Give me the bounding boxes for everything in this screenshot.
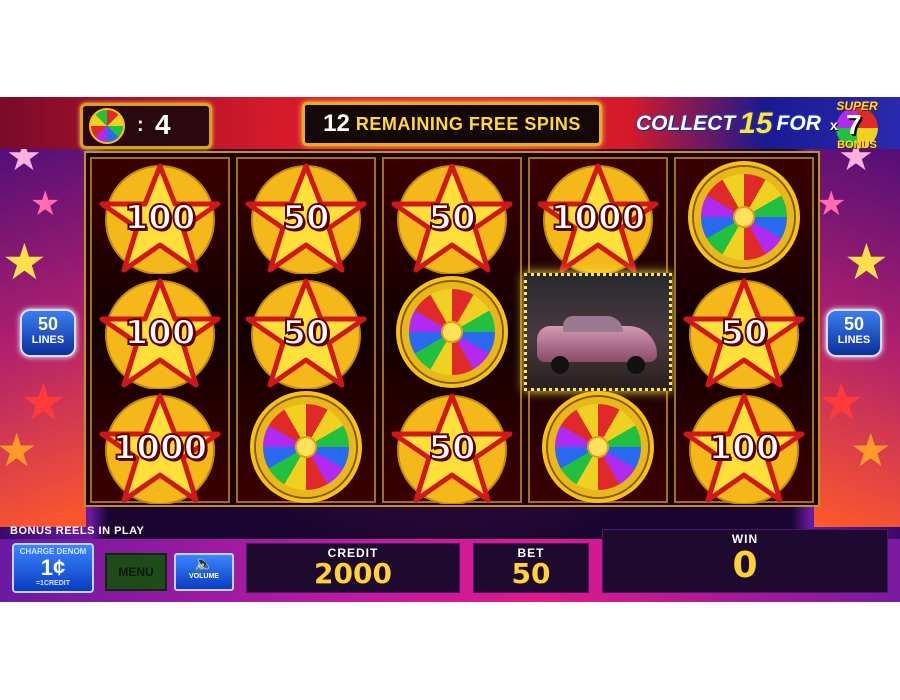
change-denom-button[interactable]: CHARGE DENOM 1¢ =1CREDIT <box>12 543 94 593</box>
credit-panel: CREDIT 2000 <box>246 543 460 593</box>
star-symbol: 50 <box>238 275 374 390</box>
star-decoration-icon: ★ <box>818 373 865 433</box>
color-wheel-icon <box>402 282 502 382</box>
free-spins-banner: 12 REMAINING FREE SPINS <box>302 102 602 146</box>
star-value: 50 <box>281 197 330 239</box>
win-label: WIN <box>731 532 759 546</box>
star-value: 1000 <box>550 197 647 239</box>
star-decoration-icon: ★ <box>850 423 892 477</box>
menu-button[interactable]: MENU <box>105 553 167 591</box>
star-value: 100 <box>124 197 197 239</box>
star-value: 50 <box>427 197 476 239</box>
bottom-bar: CHARGE DENOM 1¢ =1CREDIT MENU 🔈 VOLUME C… <box>0 529 900 602</box>
collect-prefix: COLLECT <box>636 112 736 135</box>
volume-label: VOLUME <box>189 573 219 580</box>
star-decoration-icon: ★ <box>0 423 38 477</box>
star-symbol: 1000 <box>92 390 228 505</box>
star-symbol: 1000 <box>530 160 666 275</box>
slot-game-screen: ★ ★ ★ ★ ★ ★ ★ ★ ★ ★ 50 LINES 50 LINES : … <box>0 97 900 602</box>
star-value: 1000 <box>112 427 209 469</box>
star-symbol: 50 <box>676 275 812 390</box>
color-wheel-icon <box>694 167 794 267</box>
wheel-symbol <box>530 390 666 505</box>
lines-text: LINES <box>837 334 871 346</box>
volume-button[interactable]: 🔈 VOLUME <box>174 553 234 591</box>
wheel-symbol <box>676 160 812 275</box>
lines-number: 50 <box>843 314 865 334</box>
bonus-text: BONUS <box>837 139 877 151</box>
right-lines-indicator: 50 LINES <box>826 309 882 357</box>
reel-3: 50 50 <box>382 157 522 505</box>
collect-message: COLLECT 15 FOR <box>636 107 821 140</box>
denom-sub: =1CREDIT <box>35 580 71 587</box>
star-decoration-icon: ★ <box>30 184 61 224</box>
bonus-car-symbol <box>524 273 672 391</box>
bet-value: 50 <box>511 557 551 590</box>
star-decoration-icon: ★ <box>20 373 67 433</box>
star-value: 50 <box>719 312 768 354</box>
car-window <box>563 316 623 332</box>
reel-5: 50 100 <box>674 157 814 505</box>
star-value: 100 <box>708 427 781 469</box>
bet-panel: BET 50 <box>473 543 589 593</box>
wheel-count-separator: : <box>137 114 144 136</box>
speaker-icon: 🔈 <box>194 554 214 573</box>
wheel-symbol <box>384 275 520 390</box>
star-value: 100 <box>124 312 197 354</box>
star-value: 50 <box>281 312 330 354</box>
multiplier-x: x <box>830 117 838 133</box>
credit-value: 2000 <box>314 557 392 590</box>
star-decoration-icon: ★ <box>2 233 47 291</box>
reel-2: 50 50 <box>236 157 376 503</box>
color-wheel-icon <box>548 397 648 497</box>
collect-suffix: FOR <box>776 112 821 135</box>
star-symbol: 50 <box>384 160 520 275</box>
tire <box>551 356 569 374</box>
free-spins-text: REMAINING FREE SPINS <box>355 113 581 134</box>
color-wheel-icon <box>89 108 125 144</box>
color-wheel-icon <box>256 397 356 497</box>
star-symbol: 50 <box>384 390 520 505</box>
tire <box>627 356 645 374</box>
collect-number: 15 <box>739 107 773 140</box>
star-symbol: 100 <box>92 275 228 390</box>
reel-4: 1000 <box>524 157 672 505</box>
super-bonus-badge: SUPER x 7 BONUS <box>828 99 886 151</box>
lines-text: LINES <box>31 334 65 346</box>
reel-1: 100 100 1000 <box>90 157 230 505</box>
free-spins-count: 12 <box>323 110 350 137</box>
star-symbol: 50 <box>238 160 374 275</box>
star-decoration-icon: ★ <box>844 233 889 291</box>
wheel-symbol <box>238 390 374 505</box>
star-decoration-icon: ★ <box>816 184 847 224</box>
multiplier-value: 7 <box>846 109 862 140</box>
reel-area: 100 100 1000 50 50 50 50 1000 50 100 <box>84 151 820 507</box>
denom-value: 1¢ <box>40 555 66 580</box>
wheel-count: 4 <box>155 109 171 140</box>
win-value: 0 <box>732 545 758 586</box>
star-symbol: 100 <box>92 160 228 275</box>
star-value: 50 <box>427 427 476 469</box>
lines-number: 50 <box>37 314 59 334</box>
top-bar: : 4 12 REMAINING FREE SPINS COLLECT 15 F… <box>0 97 900 151</box>
left-lines-indicator: 50 LINES <box>20 309 76 357</box>
wheel-counter: : 4 <box>80 103 212 149</box>
star-symbol: 100 <box>676 390 812 505</box>
win-panel: WIN 0 <box>602 529 888 593</box>
bonus-reels-label: BONUS REELS IN PLAY <box>10 525 145 537</box>
